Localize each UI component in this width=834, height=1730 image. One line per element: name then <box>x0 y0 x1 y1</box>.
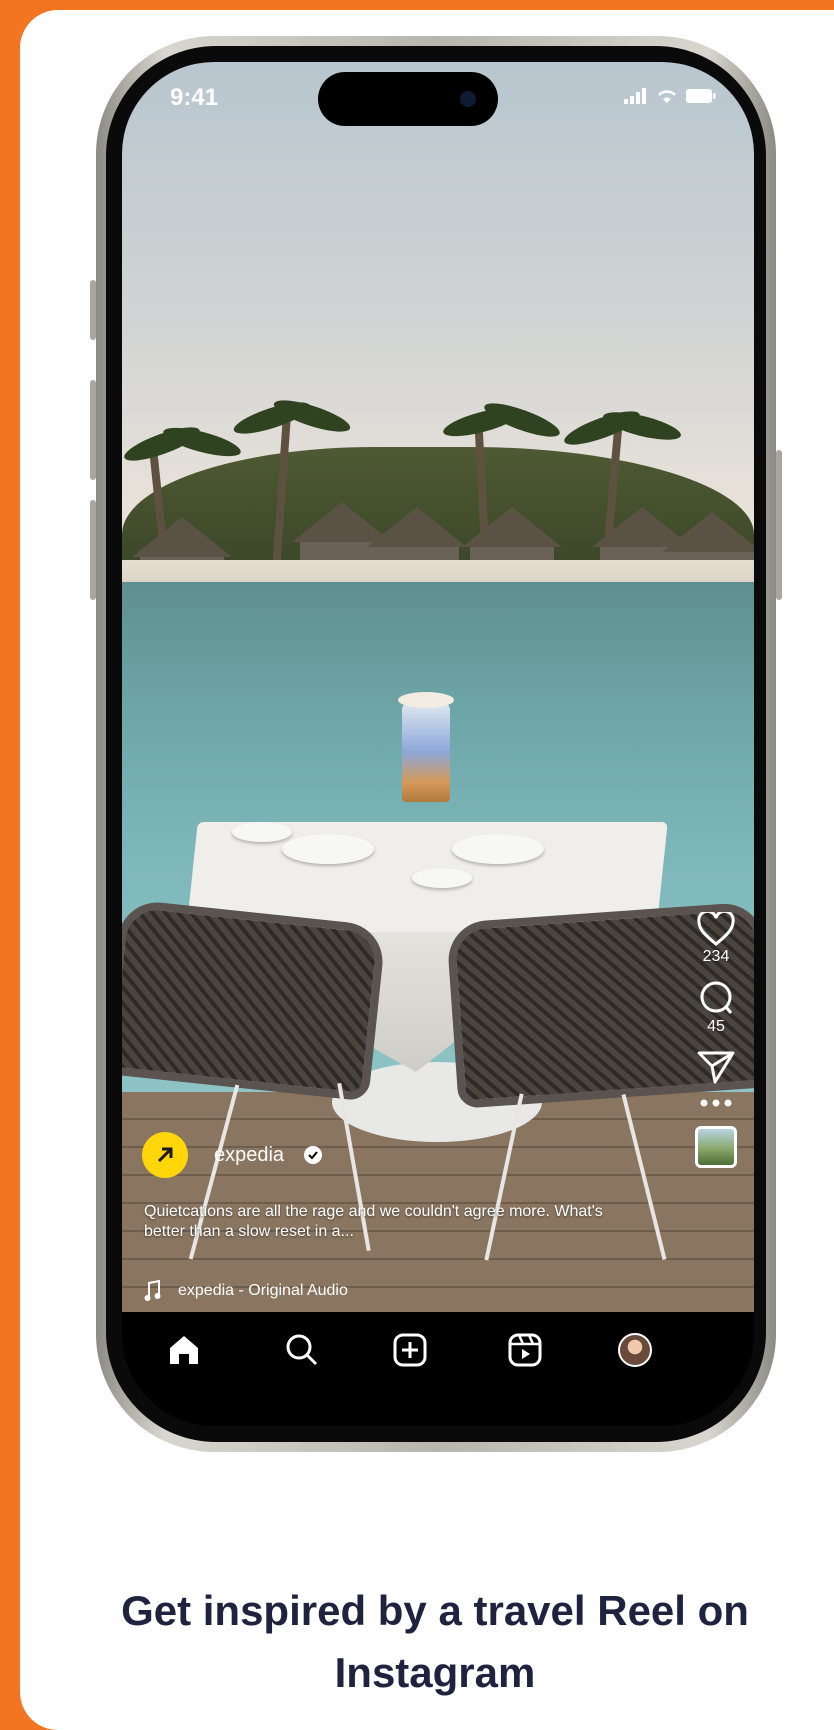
reels-icon <box>508 1333 542 1367</box>
more-button[interactable] <box>686 1098 746 1108</box>
home-icon <box>170 1336 198 1364</box>
author-name[interactable]: expedia <box>214 1144 284 1167</box>
nav-profile[interactable] <box>615 1330 655 1370</box>
phone-side-button <box>90 500 96 600</box>
signal-icon <box>624 88 648 109</box>
nav-create[interactable] <box>390 1330 430 1370</box>
send-icon <box>697 1051 735 1084</box>
page-headline: Get inspired by a travel Reel on Instagr… <box>121 1587 749 1696</box>
status-icons <box>624 88 716 109</box>
status-time: 9:41 <box>170 84 219 111</box>
expedia-logo-avatar[interactable] <box>142 1132 188 1178</box>
comment-button[interactable]: 45 <box>686 980 746 1036</box>
comment-count: 45 <box>707 1018 725 1035</box>
camera-icon <box>460 91 476 107</box>
reel-audio[interactable]: expedia - Original Audio <box>144 1280 348 1302</box>
create-icon <box>393 1333 427 1367</box>
reel-video[interactable] <box>122 62 754 1312</box>
share-button[interactable] <box>686 1050 746 1084</box>
nav-search[interactable] <box>282 1330 322 1370</box>
phone-side-button <box>90 280 96 340</box>
phone-screen: 9:41 234 45 expedia Quietcations are all… <box>122 62 754 1426</box>
audio-thumbnail[interactable] <box>695 1126 737 1168</box>
dynamic-island <box>318 72 498 126</box>
arrow-up-right-icon <box>157 1147 173 1163</box>
nav-home[interactable] <box>164 1330 204 1370</box>
comment-icon <box>700 981 733 1014</box>
status-bar: 9:41 <box>122 62 754 142</box>
nav-reels[interactable] <box>505 1330 545 1370</box>
reel-caption[interactable]: Quietcations are all the rage and we cou… <box>144 1202 614 1242</box>
battery-icon <box>686 88 716 109</box>
wifi-icon <box>656 88 678 109</box>
reel-actions: 234 45 <box>686 912 746 1168</box>
profile-avatar <box>618 1333 652 1367</box>
like-count: 234 <box>702 948 730 965</box>
verified-badge-icon <box>304 1146 323 1164</box>
reel-author[interactable]: expedia <box>142 1132 323 1178</box>
bottom-nav <box>122 1312 754 1426</box>
like-button[interactable]: 234 <box>686 912 746 966</box>
more-icon <box>700 1099 732 1107</box>
phone-side-button <box>776 450 782 600</box>
heart-icon <box>697 912 735 946</box>
phone-side-button <box>90 380 96 480</box>
audio-label: expedia - Original Audio <box>178 1282 348 1299</box>
search-icon <box>286 1334 318 1366</box>
music-note-icon <box>144 1280 161 1301</box>
